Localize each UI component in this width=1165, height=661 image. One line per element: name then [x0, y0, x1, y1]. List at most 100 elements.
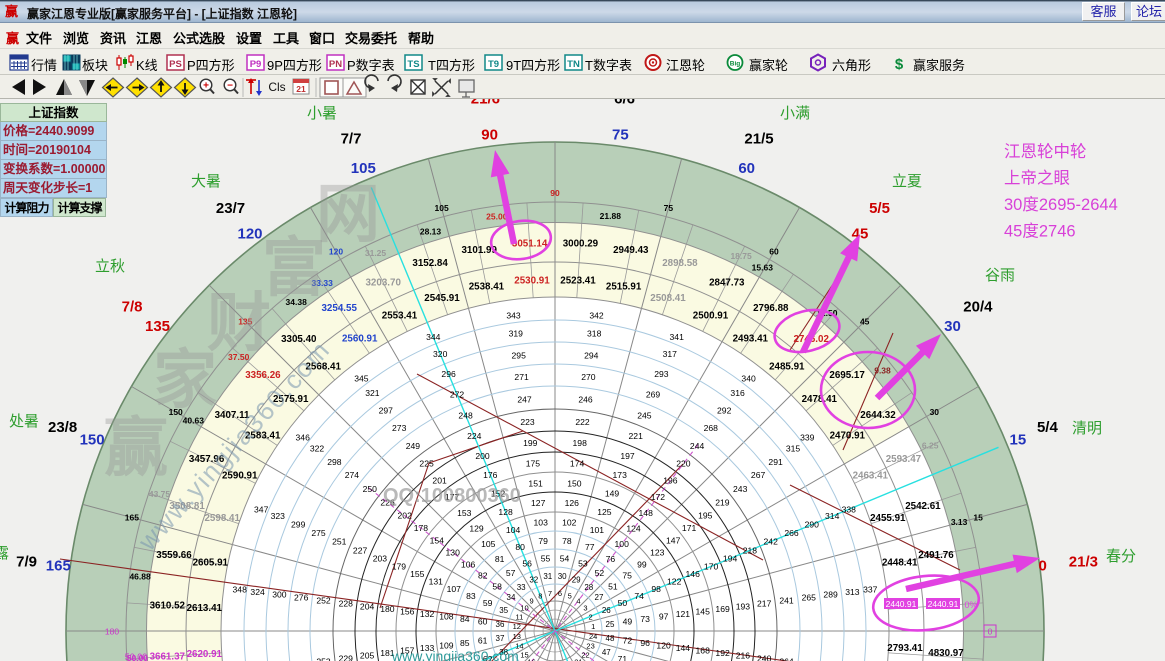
svg-text:318: 318 [587, 329, 602, 339]
svg-text:0%: 0% [964, 600, 977, 610]
svg-text:122: 122 [667, 577, 682, 587]
svg-text:347: 347 [254, 504, 269, 514]
svg-text:171: 171 [682, 523, 697, 533]
svg-text:240: 240 [757, 654, 772, 661]
svg-text:21: 21 [296, 84, 306, 94]
svg-text:9.38: 9.38 [874, 366, 891, 376]
svg-text:75: 75 [622, 571, 632, 581]
svg-text:3559.66: 3559.66 [156, 550, 192, 561]
svg-text:85: 85 [460, 638, 470, 648]
svg-text:84: 84 [460, 614, 470, 624]
svg-text:71: 71 [618, 654, 628, 661]
svg-text:20/4: 20/4 [963, 299, 993, 316]
svg-text:−: − [227, 81, 233, 92]
svg-text:248: 248 [458, 410, 473, 420]
svg-text:90: 90 [550, 188, 560, 198]
svg-text:2538.41: 2538.41 [469, 281, 505, 292]
svg-text:处暑: 处暑 [9, 413, 39, 430]
svg-text:180: 180 [105, 627, 119, 637]
svg-text:13: 13 [513, 632, 521, 641]
svg-text:165: 165 [46, 558, 71, 575]
svg-text:203: 203 [373, 554, 388, 564]
svg-text:56: 56 [522, 559, 532, 569]
svg-text:316: 316 [730, 388, 745, 398]
svg-text:7/7: 7/7 [341, 131, 362, 148]
svg-text:102: 102 [562, 517, 577, 527]
svg-text:9: 9 [530, 597, 534, 606]
svg-text:22: 22 [581, 650, 589, 659]
svg-text:90: 90 [481, 126, 498, 143]
svg-text:155: 155 [410, 569, 425, 579]
svg-text:147: 147 [666, 535, 681, 545]
svg-text:272: 272 [450, 390, 465, 400]
svg-text:242: 242 [764, 537, 779, 547]
svg-text:83: 83 [466, 591, 476, 601]
svg-text:103: 103 [534, 517, 549, 527]
svg-text:2847.73: 2847.73 [709, 278, 745, 289]
svg-text:76: 76 [606, 554, 616, 564]
svg-text:30度2695-2644: 30度2695-2644 [1004, 195, 1118, 214]
svg-text:124: 124 [626, 524, 641, 534]
svg-text:11: 11 [516, 612, 524, 621]
svg-text:228: 228 [339, 599, 354, 609]
svg-text:253: 253 [316, 657, 331, 661]
svg-text:321: 321 [365, 388, 380, 398]
svg-text:314: 314 [825, 511, 840, 521]
svg-text:12: 12 [513, 622, 521, 631]
svg-text:3610.52: 3610.52 [150, 601, 186, 612]
svg-text:193: 193 [736, 601, 751, 611]
svg-text:270: 270 [581, 372, 596, 382]
svg-text:178: 178 [414, 523, 429, 533]
svg-text:3051.14: 3051.14 [512, 238, 548, 249]
svg-text:8: 8 [538, 591, 542, 600]
svg-text:5/4: 5/4 [1037, 419, 1059, 436]
svg-text:96: 96 [640, 638, 650, 648]
svg-text:205: 205 [360, 651, 375, 661]
svg-text:3254.55: 3254.55 [321, 303, 357, 314]
svg-text:3203.70: 3203.70 [365, 278, 401, 289]
svg-text:27: 27 [595, 593, 604, 602]
svg-text:2491.76: 2491.76 [918, 550, 954, 561]
svg-text:清明: 清明 [1072, 420, 1102, 437]
svg-text:192: 192 [715, 648, 730, 658]
svg-text:34: 34 [507, 593, 516, 602]
svg-text:252: 252 [316, 596, 331, 606]
svg-text:35: 35 [499, 606, 508, 615]
svg-text:55: 55 [541, 554, 551, 564]
svg-text:P9: P9 [250, 59, 262, 70]
svg-text:73: 73 [640, 614, 650, 624]
svg-text:2508.41: 2508.41 [650, 293, 686, 304]
svg-text:36: 36 [496, 620, 505, 629]
svg-text:268: 268 [704, 423, 719, 433]
svg-text:264: 264 [779, 657, 794, 661]
svg-text:173: 173 [613, 470, 628, 480]
svg-text:2553.41: 2553.41 [382, 311, 418, 322]
svg-text:23/8: 23/8 [48, 419, 77, 436]
svg-text:80: 80 [515, 542, 525, 552]
svg-text:2440.91: 2440.91 [886, 599, 917, 609]
svg-text:47: 47 [602, 648, 611, 657]
svg-text:348: 348 [233, 585, 248, 595]
svg-text:179: 179 [392, 561, 407, 571]
svg-text:小暑: 小暑 [307, 105, 337, 122]
svg-text:300: 300 [272, 590, 287, 600]
svg-text:2478.41: 2478.41 [802, 394, 838, 405]
svg-text:3.13: 3.13 [951, 517, 968, 527]
svg-text:340: 340 [741, 374, 756, 384]
svg-text:春分: 春分 [1106, 548, 1136, 565]
svg-text:大暑: 大暑 [191, 173, 221, 190]
svg-text:21.88: 21.88 [600, 211, 622, 221]
svg-text:1: 1 [591, 622, 595, 631]
svg-text:2560.91: 2560.91 [342, 334, 378, 345]
svg-text:194: 194 [723, 554, 738, 564]
svg-text:298: 298 [327, 457, 342, 467]
svg-text:2463.41: 2463.41 [853, 471, 889, 482]
svg-text:202: 202 [398, 511, 413, 521]
svg-text:222: 222 [575, 417, 590, 427]
svg-text:216: 216 [736, 651, 751, 661]
svg-text:2796.88: 2796.88 [753, 303, 789, 314]
svg-text:立夏: 立夏 [892, 173, 922, 190]
svg-text:30: 30 [930, 407, 940, 417]
svg-text:75: 75 [664, 203, 674, 213]
svg-text:144: 144 [676, 643, 691, 653]
